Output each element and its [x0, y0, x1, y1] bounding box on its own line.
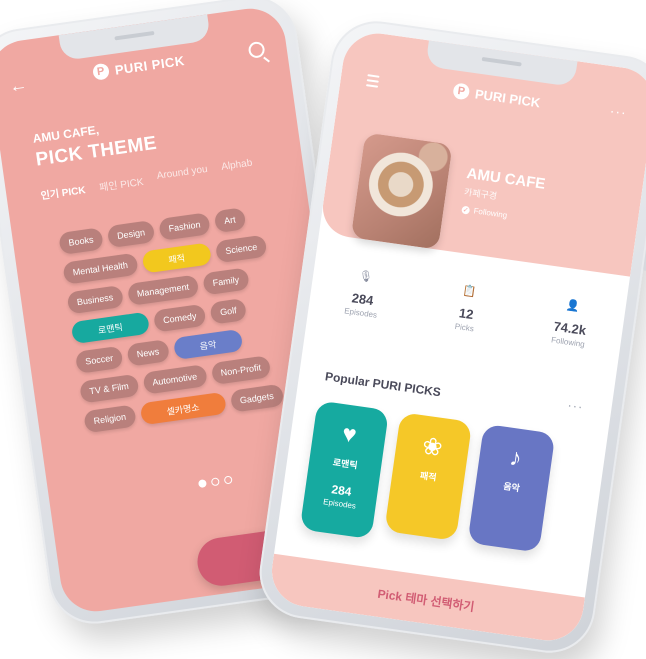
theme-chip[interactable]: 패적: [141, 242, 213, 274]
theme-chip[interactable]: Comedy: [152, 303, 207, 333]
pick-card[interactable]: ♥ 로맨틱 284 Episodes: [299, 400, 390, 540]
more-dots-icon[interactable]: ···: [567, 397, 585, 414]
theme-chip[interactable]: Religion: [83, 404, 137, 434]
theme-chip[interactable]: Books: [58, 227, 104, 256]
theme-chip[interactable]: Golf: [209, 298, 247, 325]
theme-chip[interactable]: Science: [214, 234, 268, 264]
logo-mark: P: [452, 82, 471, 101]
theme-chip[interactable]: 셀카명소: [139, 391, 227, 426]
theme-chip[interactable]: Mental Health: [62, 252, 139, 285]
right-phone-mockup: P PURI PICK ··· AMU CAFE 카페구경 ✓ Followin…: [253, 15, 646, 659]
heart-necklace-icon: ♥: [340, 420, 359, 449]
theme-chip[interactable]: Management: [126, 274, 200, 307]
pager-dot[interactable]: [223, 475, 233, 485]
stat-item: 👤 74.2k Following: [528, 294, 614, 353]
theme-chip[interactable]: TV & Film: [79, 373, 140, 404]
logo-text: PURI PICK: [113, 52, 186, 78]
theme-chip[interactable]: Fashion: [158, 212, 211, 241]
back-arrow-icon[interactable]: ←: [8, 74, 29, 97]
check-icon: ✓: [461, 205, 471, 215]
right-screen: P PURI PICK ··· AMU CAFE 카페구경 ✓ Followin…: [267, 28, 646, 646]
theme-chip[interactable]: Gadgets: [229, 383, 285, 413]
pager-dot[interactable]: [210, 477, 220, 487]
card-title: 패적: [419, 470, 438, 483]
tab-item[interactable]: 페인 PICK: [98, 173, 145, 194]
app-logo: P PURI PICK: [91, 52, 186, 81]
search-icon[interactable]: [247, 40, 266, 59]
pager-dots: [197, 475, 233, 489]
more-dots-icon[interactable]: ···: [609, 102, 628, 120]
section-title: Popular PURI PICKS: [324, 369, 442, 400]
theme-chip[interactable]: Family: [202, 267, 250, 296]
theme-chip[interactable]: 로맨틱: [70, 311, 150, 345]
stat-item: 📋 12 Picks: [424, 279, 510, 338]
theme-chips: Books Design Fashion Art Mental Health 패적 Scie…: [58, 201, 315, 441]
theme-chip[interactable]: Design: [106, 220, 156, 249]
stats-row: 🎙 284 Episodes 📋 12 Picks 👤 74.2k Following: [308, 263, 626, 354]
theme-chip[interactable]: Art: [213, 207, 247, 234]
theme-chip[interactable]: News: [126, 339, 170, 367]
card-title: 음악: [502, 481, 521, 494]
pick-card[interactable]: ♪ 음악: [467, 423, 556, 553]
balloons-icon: ❀: [420, 432, 445, 463]
theme-chip[interactable]: Automotive: [141, 364, 208, 395]
logo-mark: P: [91, 62, 111, 81]
pager-dot[interactable]: [197, 479, 207, 489]
theme-chip[interactable]: 음악: [172, 328, 244, 361]
theme-chip[interactable]: Soccer: [74, 345, 124, 374]
card-title: 로맨틱: [332, 457, 359, 471]
hamburger-icon[interactable]: [365, 74, 380, 91]
stat-item: 🎙 284 Episodes: [320, 264, 406, 323]
theme-chip[interactable]: Non-Profit: [210, 355, 272, 386]
pick-card[interactable]: ❀ 패적: [384, 412, 473, 541]
pick-cards: ♥ 로맨틱 284 Episodes ❀ 패적 ♪ 음악: [299, 400, 556, 562]
tab-item[interactable]: Alphab: [221, 158, 254, 177]
tab-item[interactable]: Around you: [156, 164, 209, 186]
select-theme-button[interactable]: Pick 테마 선택하기: [267, 553, 585, 646]
music-note-icon: ♪: [507, 443, 524, 473]
tab-item[interactable]: 인기 PICK: [40, 181, 86, 202]
cafe-photo: [350, 132, 453, 250]
theme-chip[interactable]: Business: [66, 285, 124, 315]
